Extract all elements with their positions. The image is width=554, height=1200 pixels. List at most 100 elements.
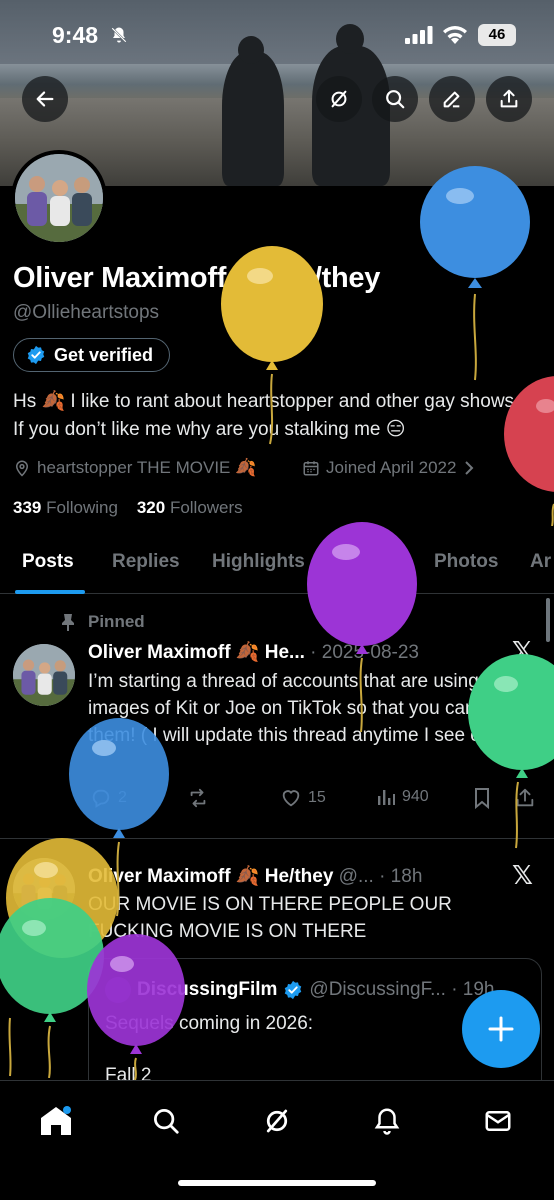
verified-badge-icon — [27, 345, 45, 365]
search-icon — [154, 1109, 179, 1134]
post-avatar-photo — [13, 644, 75, 706]
quote-header: DiscussingFilm @DiscussingF... · 19h — [105, 977, 495, 1003]
followers-count: 320 — [136, 498, 166, 517]
tab-photos[interactable]: Photos — [434, 551, 498, 573]
reply-button[interactable]: 2 — [90, 787, 127, 809]
search-button[interactable] — [372, 76, 418, 122]
repost-icon — [190, 788, 206, 808]
quote-text: Sequels coming in 2026: — [105, 1013, 314, 1034]
calendar-icon — [303, 461, 319, 476]
post-handle-time: @... · 18h — [338, 866, 423, 887]
share-post-icon — [516, 788, 534, 807]
post-author[interactable]: Oliver Maximoff 🍂 He/they — [88, 866, 333, 887]
back-arrow-icon — [36, 91, 54, 107]
profile-tabs: Posts Replies Highlights Videos Photos A… — [0, 534, 554, 594]
profile-name: Oliver Maximoff 🍂 He/they — [13, 262, 381, 294]
x-logo-icon: 𝕏 — [512, 860, 533, 890]
nav-grok[interactable] — [257, 1101, 297, 1141]
tab-videos[interactable]: Videos — [340, 551, 402, 573]
profile-joined[interactable]: Joined April 2022 — [302, 458, 476, 478]
get-verified-button[interactable]: Get verified — [13, 338, 171, 372]
following-link[interactable]: 339 Following — [13, 498, 118, 517]
status-time: 9:48 — [52, 22, 99, 48]
profile-handle: @Ollieheartstops — [13, 302, 160, 323]
messages-icon — [485, 1111, 511, 1131]
tab-articles[interactable]: Ar — [530, 551, 551, 573]
post-avatar-photo — [13, 858, 75, 920]
pin-icon — [62, 614, 74, 631]
reply-icon — [92, 789, 110, 808]
tab-replies[interactable]: Replies — [112, 551, 180, 573]
post-date: · 2025-08-23 — [310, 642, 419, 663]
back-button[interactable] — [22, 76, 68, 122]
banner-person-left — [222, 52, 284, 186]
views-icon — [378, 790, 395, 805]
nav-notifications[interactable] — [367, 1101, 407, 1141]
grok-icon — [331, 90, 347, 108]
post-avatar[interactable] — [13, 644, 75, 706]
like-count: 15 — [308, 789, 326, 806]
follow-counts: 339 Following 320 Followers — [13, 498, 243, 518]
active-tab-indicator — [15, 590, 85, 594]
balloon-blue — [420, 166, 530, 381]
chevron-right-icon — [465, 461, 474, 475]
like-icon — [282, 790, 300, 807]
scrollbar[interactable] — [546, 598, 550, 642]
compose-icon — [488, 1016, 514, 1042]
home-indicator — [178, 1180, 376, 1186]
nav-search[interactable] — [146, 1101, 186, 1141]
home-icon — [41, 1106, 71, 1135]
repost-button[interactable] — [186, 787, 210, 809]
get-verified-label: Get verified — [54, 344, 154, 365]
location-text: heartstopper THE MOVIE 🍂 — [37, 458, 257, 477]
share-button[interactable] — [486, 76, 532, 122]
search-icon — [386, 90, 405, 109]
x-logo-icon: 𝕏 — [512, 636, 533, 666]
tab-posts[interactable]: Posts — [22, 551, 74, 573]
avatar-photo — [15, 154, 103, 242]
battery-indicator: 46 — [478, 24, 516, 46]
quote-author: DiscussingFilm — [137, 979, 278, 1000]
nav-home[interactable] — [36, 1101, 76, 1141]
following-label: Following — [46, 498, 118, 517]
post-actions: 2 15 940 — [88, 785, 538, 815]
profile-bio: Hs 🍂 I like to rant about heartstopper a… — [13, 391, 520, 440]
post-header: Oliver Maximoff 🍂 He/they @... · 18h — [88, 864, 422, 888]
followers-link[interactable]: 320 Followers — [137, 498, 243, 517]
bell-off-icon — [111, 27, 127, 43]
like-button[interactable]: 15 — [280, 787, 326, 809]
verified-badge-icon — [285, 980, 302, 1000]
tab-highlights[interactable]: Highlights — [212, 551, 305, 573]
wifi-icon — [443, 26, 467, 44]
bookmark-button[interactable] — [472, 787, 492, 809]
quote-handle-time: @DiscussingF... · 19h — [309, 979, 495, 1000]
share-icon — [500, 89, 518, 108]
followers-label: Followers — [169, 498, 243, 517]
reply-count: 2 — [118, 789, 127, 806]
views-count: 940 — [402, 788, 429, 805]
quote-avatar — [105, 977, 131, 1003]
profile-avatar[interactable] — [11, 150, 107, 246]
post-avatar[interactable] — [13, 858, 75, 920]
location-icon — [15, 460, 29, 477]
post-author[interactable]: Oliver Maximoff 🍂 He... — [88, 642, 305, 663]
share-post-button[interactable] — [514, 787, 536, 809]
following-count: 339 — [13, 498, 42, 517]
views-button[interactable]: 940 — [376, 787, 429, 807]
grok-button[interactable] — [316, 76, 362, 122]
post-divider — [0, 838, 554, 839]
bookmark-icon — [475, 788, 489, 809]
pinned-label: Pinned — [88, 612, 145, 631]
cellular-signal-icon — [405, 26, 433, 44]
post-header: Oliver Maximoff 🍂 He... · 2025-08-23 — [88, 640, 419, 664]
profile-location: heartstopper THE MOVIE 🍂 — [13, 458, 256, 478]
status-bar: 9:48 46 — [0, 0, 554, 72]
compose-button[interactable] — [462, 990, 540, 1068]
grok-icon — [266, 1109, 288, 1133]
edit-icon — [443, 91, 460, 108]
notifications-icon — [374, 1108, 400, 1135]
joined-text: Joined April 2022 — [326, 458, 457, 477]
nav-messages[interactable] — [478, 1101, 518, 1141]
edit-button[interactable] — [429, 76, 475, 122]
post-text: I’m starting a thread of accounts that a… — [88, 671, 526, 746]
